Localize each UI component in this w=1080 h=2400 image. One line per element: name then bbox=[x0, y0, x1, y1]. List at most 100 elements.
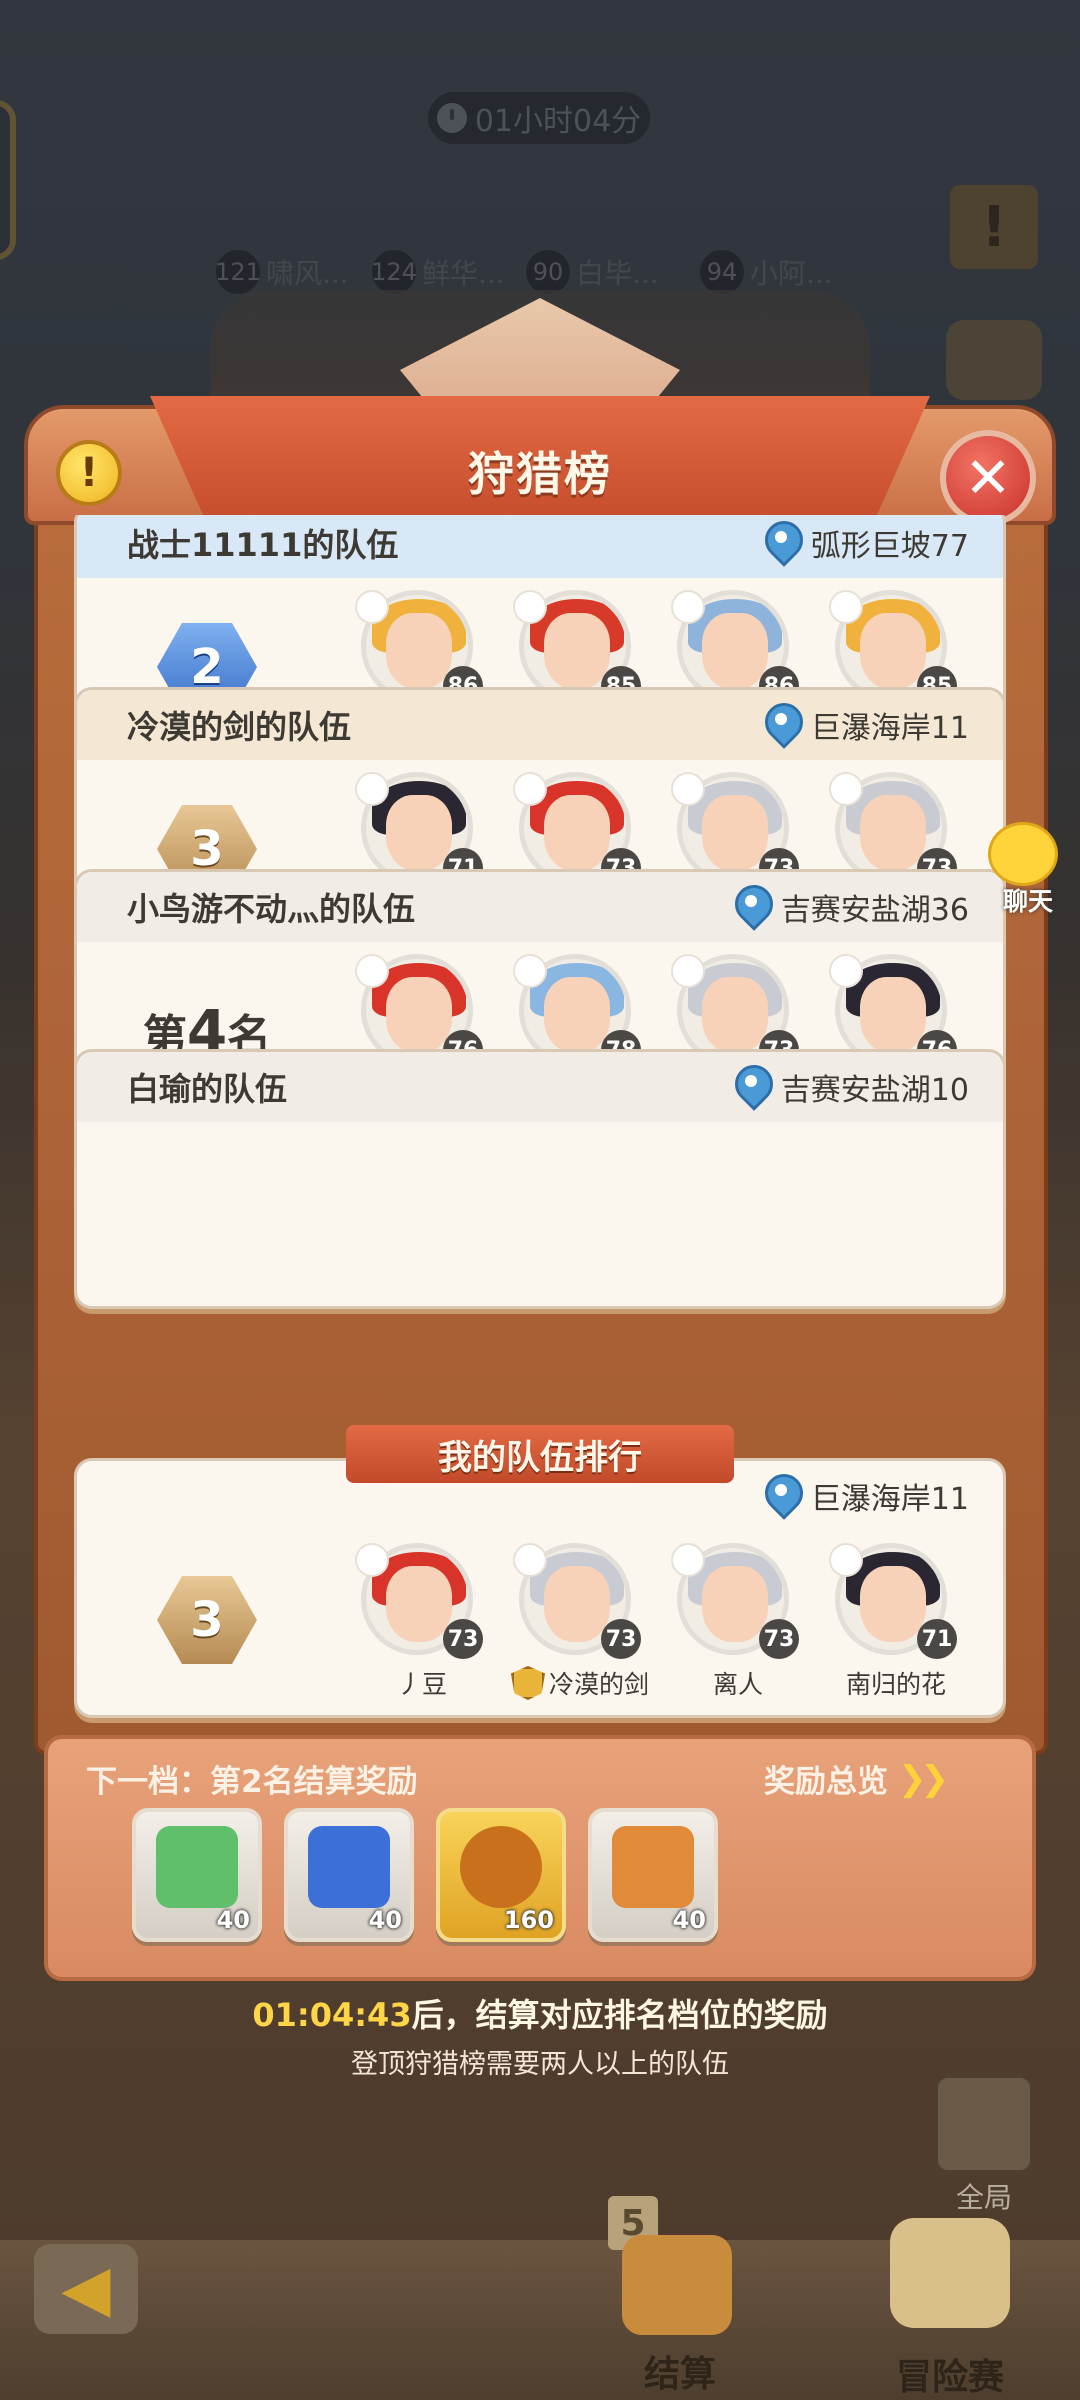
avatar-face bbox=[544, 1566, 610, 1642]
avatar-face bbox=[860, 1566, 926, 1642]
class-icon bbox=[671, 772, 705, 806]
green-ticket-icon bbox=[156, 1826, 238, 1908]
team-location-text: 巨瀑海岸11 bbox=[810, 711, 969, 746]
adventure-map-icon bbox=[890, 2218, 1010, 2328]
member-name: 离人 bbox=[712, 1670, 763, 1699]
team-name: 白瑜的队伍 bbox=[127, 1070, 288, 1108]
team-location[interactable]: 弧形巨坡77 bbox=[763, 521, 969, 565]
team-card[interactable]: 白瑜的队伍 吉赛安盐湖10 bbox=[74, 1049, 1006, 1309]
chat-bubble-icon bbox=[988, 822, 1058, 886]
team-members: 73 丿豆 73 冷漠的剑 73 离人 71 南归的花 bbox=[347, 1543, 987, 1713]
class-icon bbox=[671, 954, 705, 988]
team-location[interactable]: 巨瀑海岸11 bbox=[763, 703, 969, 747]
modal-title: 狩猎榜 bbox=[468, 447, 612, 501]
avatar-face bbox=[860, 795, 926, 871]
avatar-face bbox=[860, 977, 926, 1053]
avatar-face bbox=[702, 795, 768, 871]
food-plate-icon bbox=[612, 1826, 694, 1908]
gold-orb-icon bbox=[460, 1826, 542, 1908]
team-name: 冷漠的剑的队伍 bbox=[127, 708, 352, 746]
class-icon bbox=[829, 590, 863, 624]
reward-item[interactable]: 40 bbox=[588, 1808, 718, 1942]
info-icon[interactable]: ! bbox=[56, 440, 122, 506]
avatar-face bbox=[386, 977, 452, 1053]
team-member[interactable]: 73 丿豆 bbox=[347, 1543, 497, 1713]
class-icon bbox=[355, 772, 389, 806]
class-icon bbox=[513, 772, 547, 806]
avatar-face bbox=[386, 613, 452, 689]
countdown-time: 01:04:43 bbox=[252, 1996, 412, 2034]
reward-items: 40 40 160 40 bbox=[132, 1808, 732, 1948]
member-name: 南归的花 bbox=[845, 1670, 946, 1699]
avatar-face bbox=[544, 795, 610, 871]
team-location-text: 吉赛安盐湖10 bbox=[780, 1073, 969, 1108]
team-rank: 3 bbox=[107, 1555, 307, 1685]
team-location[interactable]: 吉赛安盐湖36 bbox=[733, 885, 969, 929]
rank-badge-icon: 3 bbox=[157, 1576, 257, 1664]
member-name-row: 离人 bbox=[657, 1665, 819, 1701]
reward-overview-link[interactable]: 奖励总览 ❯❯ bbox=[764, 1756, 949, 1801]
blue-crystal-icon bbox=[308, 1826, 390, 1908]
settle-chest-icon bbox=[622, 2235, 732, 2335]
reward-item[interactable]: 160 bbox=[436, 1808, 566, 1942]
reward-count: 40 bbox=[672, 1906, 706, 1934]
location-pin-icon bbox=[763, 521, 799, 565]
team-location-text: 弧形巨坡77 bbox=[810, 529, 969, 564]
team-ranking-list[interactable]: 战士11111的队伍弧形巨坡77286一号输出85战士1111...86bhgf… bbox=[74, 515, 1006, 1415]
full-map-button[interactable]: 全局 bbox=[928, 2074, 1040, 2214]
team-location-text: 巨瀑海岸11 bbox=[810, 1482, 969, 1517]
class-icon bbox=[513, 590, 547, 624]
reward-item[interactable]: 40 bbox=[284, 1808, 414, 1942]
team-card-header: 小鸟游不动灬的队伍 吉赛安盐湖36 bbox=[77, 872, 1003, 942]
chat-button[interactable]: 聊天 bbox=[978, 822, 1080, 932]
tab-adventure-label: 冒险赛 bbox=[895, 2357, 1004, 2398]
close-icon[interactable]: ✕ bbox=[940, 430, 1036, 526]
tab-adventure[interactable]: 冒险赛 bbox=[860, 2218, 1040, 2398]
class-icon bbox=[355, 590, 389, 624]
avatar-face bbox=[386, 795, 452, 871]
avatar-face bbox=[544, 977, 610, 1053]
member-level: 73 bbox=[759, 1619, 799, 1659]
member-name-row: 丿豆 bbox=[341, 1665, 503, 1701]
class-icon bbox=[829, 1543, 863, 1577]
team-name: 小鸟游不动灬的队伍 bbox=[127, 890, 416, 928]
team-member[interactable]: 73 离人 bbox=[663, 1543, 813, 1713]
back-arrow-icon[interactable]: ◀ bbox=[34, 2244, 138, 2334]
avatar-face bbox=[702, 613, 768, 689]
avatar-face bbox=[386, 1566, 452, 1642]
team-name: 战士11111的队伍 bbox=[127, 526, 399, 564]
map-expand-icon bbox=[934, 2074, 1034, 2174]
reward-count: 40 bbox=[216, 1906, 250, 1934]
team-location[interactable]: 吉赛安盐湖10 bbox=[733, 1065, 969, 1109]
leaderboard-hint: 登顶狩猎榜需要两人以上的队伍 bbox=[351, 2049, 729, 2080]
full-map-label: 全局 bbox=[955, 2181, 1012, 2214]
class-icon bbox=[355, 954, 389, 988]
chat-label: 聊天 bbox=[1002, 887, 1053, 916]
member-name: 冷漠的剑 bbox=[548, 1670, 649, 1699]
class-icon bbox=[355, 1543, 389, 1577]
my-team-card[interactable]: 巨瀑海岸11 3 73 丿豆 73 冷漠的剑 73 离人 71 南归的花 bbox=[74, 1458, 1006, 1718]
next-tier-label: 下一档：第2名结算奖励 bbox=[86, 1764, 418, 1800]
avatar-face bbox=[702, 977, 768, 1053]
team-member[interactable]: 71 南归的花 bbox=[821, 1543, 971, 1713]
tab-settle[interactable]: 结算 bbox=[600, 2235, 760, 2395]
location-pin-icon bbox=[763, 1474, 799, 1518]
reward-item[interactable]: 40 bbox=[132, 1808, 262, 1942]
member-level: 73 bbox=[601, 1619, 641, 1659]
member-name: 丿豆 bbox=[396, 1670, 447, 1699]
location-pin-icon bbox=[733, 1065, 769, 1109]
team-location-text: 吉赛安盐湖36 bbox=[780, 893, 969, 928]
reward-count: 40 bbox=[368, 1906, 402, 1934]
class-icon bbox=[513, 954, 547, 988]
team-card-header: 白瑜的队伍 吉赛安盐湖10 bbox=[77, 1052, 1003, 1122]
reward-overview-label: 奖励总览 bbox=[764, 1764, 888, 1800]
avatar-face bbox=[702, 1566, 768, 1642]
team-location[interactable]: 巨瀑海岸11 bbox=[763, 1474, 969, 1518]
team-card-header: 冷漠的剑的队伍 巨瀑海岸11 bbox=[77, 690, 1003, 760]
class-icon bbox=[829, 954, 863, 988]
settlement-countdown: 01:04:43后，结算对应排名档位的奖励 bbox=[0, 1990, 1080, 2036]
team-member[interactable]: 73 冷漠的剑 bbox=[505, 1543, 655, 1713]
double-chevron-right-icon: ❯❯ bbox=[898, 1758, 949, 1799]
tab-settle-label: 结算 bbox=[643, 2354, 716, 2395]
class-icon bbox=[671, 1543, 705, 1577]
